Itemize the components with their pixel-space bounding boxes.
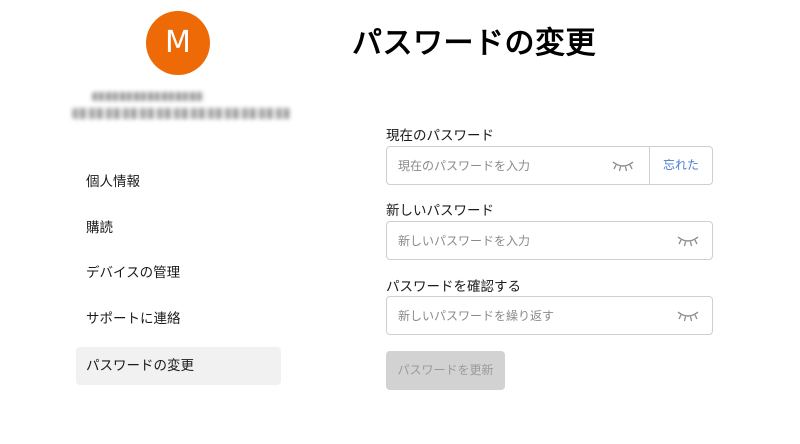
- blurred-user-email: [72, 108, 290, 119]
- current-password-label: 現在のパスワード: [386, 128, 494, 144]
- password-settings-page: M 個人情報 購読 デバイスの管理 サポートに連絡 パスワードの変更 パスワード…: [0, 0, 800, 444]
- new-password-input[interactable]: [387, 221, 676, 260]
- new-password-label: 新しいパスワード: [386, 203, 494, 219]
- sidebar-item-contact-support[interactable]: サポートに連絡: [76, 300, 281, 338]
- current-password-field: 忘れた: [386, 146, 713, 185]
- update-password-button[interactable]: パスワードを更新: [386, 351, 505, 390]
- current-password-input[interactable]: [387, 146, 611, 185]
- new-password-field: [386, 221, 713, 260]
- eye-closed-icon[interactable]: [611, 159, 635, 173]
- confirm-password-input[interactable]: [387, 296, 676, 335]
- page-title: パスワードの変更: [352, 26, 596, 61]
- confirm-password-field: [386, 296, 713, 335]
- confirm-password-label: パスワードを確認する: [386, 279, 521, 295]
- sidebar-item-change-password[interactable]: パスワードの変更: [76, 347, 281, 385]
- sidebar-item-personal-info[interactable]: 個人情報: [76, 163, 281, 201]
- forgot-password-link[interactable]: 忘れた: [649, 147, 712, 184]
- avatar[interactable]: M: [146, 11, 210, 75]
- sidebar-item-subscription[interactable]: 購読: [76, 209, 281, 247]
- eye-closed-icon[interactable]: [676, 309, 700, 323]
- eye-closed-icon[interactable]: [676, 234, 700, 248]
- sidebar-item-manage-devices[interactable]: デバイスの管理: [76, 254, 281, 292]
- blurred-user-name: [92, 92, 204, 101]
